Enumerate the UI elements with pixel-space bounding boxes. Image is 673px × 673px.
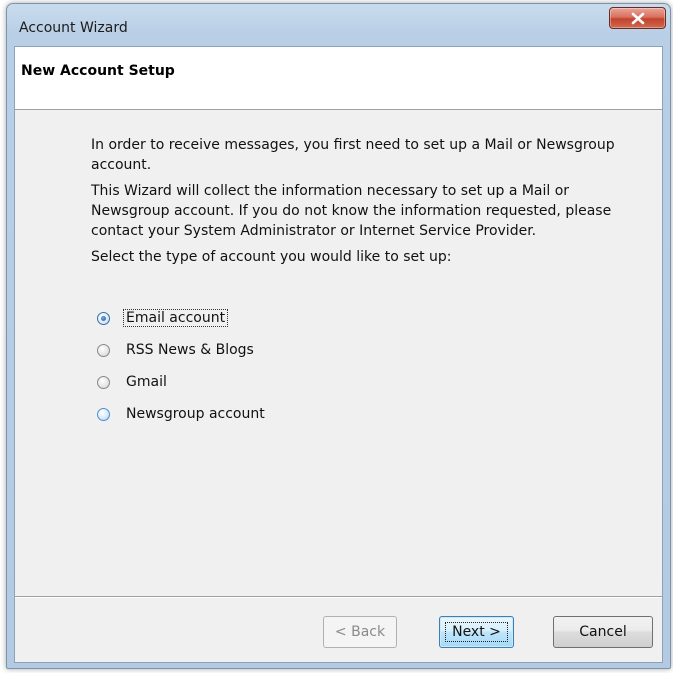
wizard-description: In order to receive messages, you first … — [91, 135, 641, 273]
footer-divider — [15, 596, 662, 598]
radio-option-gmail[interactable]: Gmail — [97, 366, 267, 398]
radio-button-gmail[interactable] — [97, 375, 110, 389]
title-bar[interactable]: Account Wizard — [7, 4, 670, 46]
radio-option-rss[interactable]: RSS News & Blogs — [97, 334, 267, 366]
info-paragraph: This Wizard will collect the information… — [91, 183, 612, 239]
radio-option-newsgroup[interactable]: Newsgroup account — [97, 398, 267, 430]
radio-button-email[interactable] — [97, 311, 110, 325]
radio-option-email[interactable]: Email account — [97, 302, 267, 334]
account-type-radio-group: Email account RSS News & Blogs Gmail New… — [97, 302, 267, 430]
cancel-button[interactable]: Cancel — [553, 616, 653, 648]
next-button-label: Next > — [445, 622, 508, 642]
radio-label-email[interactable]: Email account — [122, 309, 229, 327]
next-button[interactable]: Next > — [439, 616, 514, 648]
radio-button-newsgroup[interactable] — [97, 407, 110, 421]
back-button[interactable]: < Back — [323, 616, 397, 648]
page-title: New Account Setup — [21, 63, 175, 79]
wizard-client-area: New Account Setup In order to receive me… — [14, 46, 663, 663]
radio-label-rss[interactable]: RSS News & Blogs — [124, 342, 256, 358]
radio-button-rss[interactable] — [97, 343, 110, 357]
select-prompt: Select the type of account you would lik… — [91, 249, 452, 265]
account-wizard-window: Account Wizard New Account Setup In orde… — [6, 3, 671, 669]
wizard-header: New Account Setup — [15, 47, 662, 110]
close-button[interactable] — [609, 7, 666, 29]
window-title: Account Wizard — [19, 20, 128, 36]
radio-label-gmail[interactable]: Gmail — [124, 374, 169, 390]
radio-label-newsgroup[interactable]: Newsgroup account — [124, 406, 267, 422]
intro-paragraph: In order to receive messages, you first … — [91, 137, 615, 173]
close-x-icon — [631, 12, 645, 25]
